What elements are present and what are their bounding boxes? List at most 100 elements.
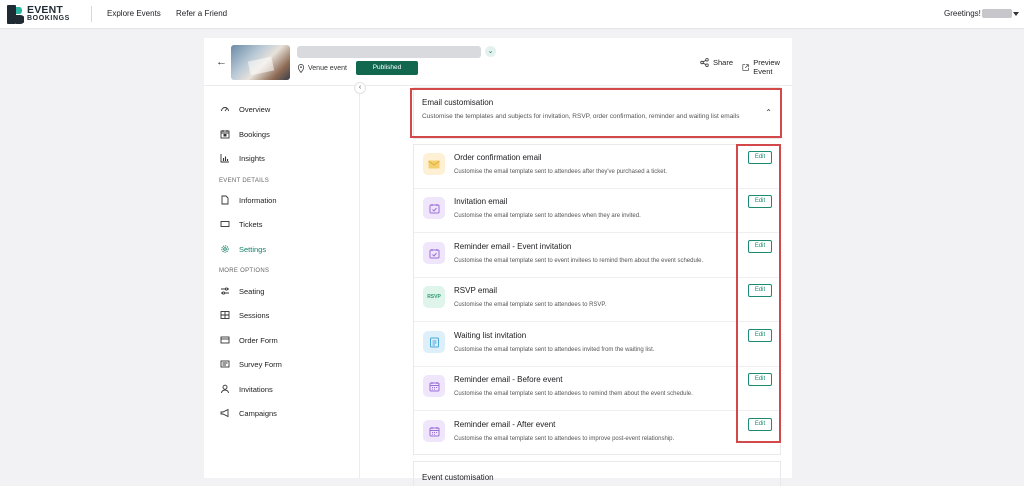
email-description: Customise the email template sent to att…	[454, 302, 607, 308]
list-item: Order confirmation email Customise the e…	[414, 145, 780, 189]
calendar-icon	[423, 375, 445, 397]
share-button[interactable]: Share	[700, 58, 733, 67]
email-name: Reminder email - Before event	[454, 375, 563, 384]
share-icon	[700, 58, 709, 67]
logo-mark-icon	[7, 5, 24, 24]
list-item: Reminder email - After event Customise t…	[414, 412, 780, 456]
grid-icon	[220, 311, 230, 319]
sidebar-item-survey-form[interactable]: Survey Form	[220, 359, 282, 369]
venue-type: Venue event	[297, 64, 347, 73]
list-item: Reminder email - Before event Customise …	[414, 367, 780, 411]
sidebar-item-tickets[interactable]: Tickets	[220, 219, 262, 229]
sidebar-item-bookings[interactable]: Bookings	[220, 129, 270, 139]
email-name: Reminder email - After event	[454, 420, 556, 429]
email-description: Customise the email template sent to att…	[454, 391, 693, 397]
status-badge: Published	[356, 61, 418, 75]
sidebar-item-label: Overview	[239, 104, 271, 114]
event-sidebar: Overview Bookings Insights EVENT DETAILS…	[204, 87, 360, 478]
top-navigation-bar: EVENT BOOKINGS Explore Events Refer a Fr…	[0, 0, 1024, 29]
sidebar-item-label: Survey Form	[239, 359, 282, 369]
event-thumbnail	[231, 45, 290, 80]
user-menu-caret-icon[interactable]	[1013, 12, 1019, 16]
list-item: Invitation email Customise the email tem…	[414, 189, 780, 233]
list-item: Waiting list invitation Customise the em…	[414, 323, 780, 367]
sliders-icon	[221, 287, 229, 295]
envelope-icon	[423, 153, 445, 175]
list-icon	[423, 331, 445, 353]
gear-icon	[221, 245, 229, 253]
logo-text-line2: BOOKINGS	[27, 14, 70, 22]
sidebar-item-campaigns[interactable]: Campaigns	[220, 408, 277, 418]
sidebar-item-label: Sessions	[239, 310, 270, 320]
sidebar-item-label: Insights	[239, 153, 265, 163]
sidebar-item-sessions[interactable]: Sessions	[220, 310, 269, 320]
email-description: Customise the email template sent to att…	[454, 347, 655, 353]
sidebar-item-label: Invitations	[239, 384, 273, 394]
email-name: Reminder email - Event invitation	[454, 242, 572, 251]
calendar-icon	[423, 420, 445, 442]
list-item: RSVP RSVP email Customise the email temp…	[414, 278, 780, 322]
email-name: Waiting list invitation	[454, 331, 527, 340]
event-title-redacted	[297, 46, 481, 58]
document-icon	[221, 195, 229, 205]
share-label: Share	[713, 58, 734, 67]
sidebar-section-more-options: MORE OPTIONS	[219, 268, 270, 274]
nav-divider	[91, 6, 92, 22]
preview-event-label: Preview Event	[753, 58, 780, 76]
rsvp-icon: RSVP	[423, 286, 445, 308]
email-description: Customise the email template sent to eve…	[454, 258, 704, 264]
email-description: Customise the email template sent to att…	[454, 213, 641, 219]
sidebar-section-event-details: EVENT DETAILS	[219, 178, 270, 184]
calendar-check-icon	[423, 242, 445, 264]
venue-type-label: Venue event	[308, 65, 347, 72]
sidebar-item-label: Bookings	[239, 129, 270, 139]
survey-icon	[220, 360, 230, 368]
username-redacted	[982, 9, 1012, 18]
sidebar-collapse-chevron-icon[interactable]: ‹	[354, 82, 366, 94]
list-item: Reminder email - Event invitation Custom…	[414, 234, 780, 278]
highlight-box-header	[410, 88, 782, 138]
event-customisation-header[interactable]: Event customisation	[413, 461, 781, 486]
logo-text-line1: EVENT	[27, 4, 64, 16]
sidebar-item-label: Seating	[239, 286, 265, 296]
sidebar-item-seating[interactable]: Seating	[220, 286, 264, 296]
email-template-list: Order confirmation email Customise the e…	[413, 144, 781, 455]
email-description: Customise the email template sent to att…	[454, 436, 675, 442]
ticket-icon	[220, 221, 230, 227]
external-link-icon	[742, 63, 749, 71]
person-icon	[221, 384, 229, 394]
email-name: Order confirmation email	[454, 153, 542, 162]
greeting-text: Greetings!	[944, 9, 981, 18]
nav-explore-events[interactable]: Explore Events	[107, 9, 161, 18]
sidebar-item-settings[interactable]: Settings	[220, 244, 266, 254]
sidebar-item-information[interactable]: Information	[220, 195, 277, 205]
highlight-box-edit-buttons	[736, 144, 781, 443]
sidebar-item-label: Tickets	[239, 219, 263, 229]
order-form-icon	[220, 336, 230, 344]
sidebar-item-overview[interactable]: Overview	[220, 104, 270, 114]
nav-refer-a-friend[interactable]: Refer a Friend	[176, 9, 227, 18]
bar-chart-icon	[220, 154, 229, 163]
email-description: Customise the email template sent to att…	[454, 169, 667, 175]
location-pin-icon	[297, 64, 305, 73]
sidebar-item-order-form[interactable]: Order Form	[220, 335, 278, 345]
sidebar-item-label: Order Form	[239, 335, 278, 345]
sidebar-item-label: Information	[239, 195, 277, 205]
event-management-card: ← ⌄ Venue event Published Share Preview …	[204, 38, 792, 486]
email-name: RSVP email	[454, 286, 497, 295]
megaphone-icon	[220, 408, 229, 418]
section-title: Event customisation	[422, 473, 494, 482]
sidebar-item-label: Campaigns	[239, 408, 277, 418]
preview-event-button[interactable]: Preview Event	[742, 58, 792, 76]
back-arrow-icon[interactable]: ←	[216, 56, 227, 68]
calendar-check-icon	[423, 197, 445, 219]
chevron-down-icon[interactable]: ⌄	[485, 46, 496, 57]
sidebar-item-insights[interactable]: Insights	[220, 153, 265, 163]
sidebar-item-label: Settings	[239, 244, 267, 254]
calendar-icon	[220, 130, 230, 139]
email-name: Invitation email	[454, 197, 508, 206]
event-bookings-logo[interactable]: EVENT BOOKINGS	[7, 5, 70, 24]
event-header: ← ⌄ Venue event Published Share Preview …	[204, 38, 792, 86]
sidebar-item-invitations[interactable]: Invitations	[220, 384, 273, 394]
gauge-icon	[221, 107, 229, 112]
